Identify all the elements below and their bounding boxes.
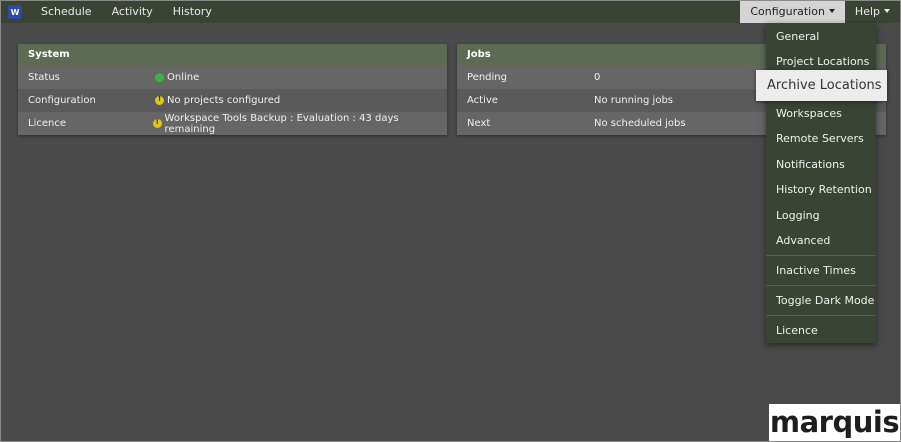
- active-value: No running jobs: [594, 95, 673, 106]
- row-label: Pending: [467, 72, 507, 83]
- menu-item-licence[interactable]: Licence: [776, 324, 818, 337]
- licence-value: Workspace Tools Backup : Evaluation : 43…: [164, 112, 399, 135]
- app-logo-icon[interactable]: W: [8, 5, 22, 19]
- help-dropdown[interactable]: Help: [845, 1, 900, 23]
- row-label: Next: [467, 118, 491, 129]
- menu-item-history-retention[interactable]: History Retention: [776, 183, 872, 196]
- row-value: Workspace Tools Backup : Evaluation : 43…: [152, 112, 447, 135]
- menu-divider: [766, 255, 876, 256]
- system-panel: System Status Online Configuration No pr…: [18, 44, 447, 135]
- configuration-label: Configuration: [750, 5, 825, 18]
- next-value: No scheduled jobs: [594, 118, 686, 129]
- menu-item-logging[interactable]: Logging: [776, 209, 820, 222]
- row-label: Status: [28, 72, 60, 83]
- menu-item-project-locations[interactable]: Project Locations: [776, 55, 869, 68]
- table-row: Status Online: [18, 66, 447, 89]
- menu-item-general[interactable]: General: [776, 30, 819, 43]
- nav-history[interactable]: History: [173, 1, 212, 23]
- status-value: Online: [167, 72, 200, 83]
- chevron-down-icon: [884, 9, 890, 13]
- nav-schedule[interactable]: Schedule: [41, 1, 92, 23]
- menu-item-remote-servers[interactable]: Remote Servers: [776, 132, 864, 145]
- warning-icon: [155, 95, 164, 105]
- menu-divider: [766, 315, 876, 316]
- help-label: Help: [854, 5, 880, 18]
- row-label: Licence: [28, 118, 66, 129]
- app-window: W Schedule Activity History Configuratio…: [0, 0, 901, 442]
- table-row: Configuration No projects configured: [18, 89, 447, 112]
- row-label: Configuration: [28, 95, 96, 106]
- menu-item-workspaces[interactable]: Workspaces: [776, 107, 842, 120]
- menu-item-advanced[interactable]: Advanced: [776, 234, 830, 247]
- warning-icon: [152, 118, 162, 128]
- menu-item-archive-locations[interactable]: Archive Locations: [756, 70, 887, 101]
- configuration-value: No projects configured: [167, 95, 281, 106]
- nav-right-group: Configuration Help: [740, 1, 900, 23]
- menu-item-inactive-times[interactable]: Inactive Times: [776, 264, 856, 277]
- nav-activity[interactable]: Activity: [112, 1, 153, 23]
- row-value: Online: [155, 72, 199, 83]
- system-panel-title: System: [18, 44, 447, 66]
- configuration-dropdown[interactable]: Configuration: [740, 1, 845, 23]
- top-nav: W Schedule Activity History Configuratio…: [1, 1, 900, 23]
- menu-item-notifications[interactable]: Notifications: [776, 158, 845, 171]
- chevron-down-icon: [828, 9, 835, 13]
- menu-divider: [766, 285, 876, 286]
- table-row: Licence Workspace Tools Backup : Evaluat…: [18, 112, 447, 135]
- row-label: Active: [467, 95, 498, 106]
- menu-item-toggle-dark-mode[interactable]: Toggle Dark Mode: [776, 294, 874, 307]
- pending-value: 0: [594, 72, 601, 83]
- online-status-icon: [155, 73, 164, 82]
- marquis-logo: marquis: [769, 404, 900, 441]
- row-value: No projects configured: [155, 95, 280, 106]
